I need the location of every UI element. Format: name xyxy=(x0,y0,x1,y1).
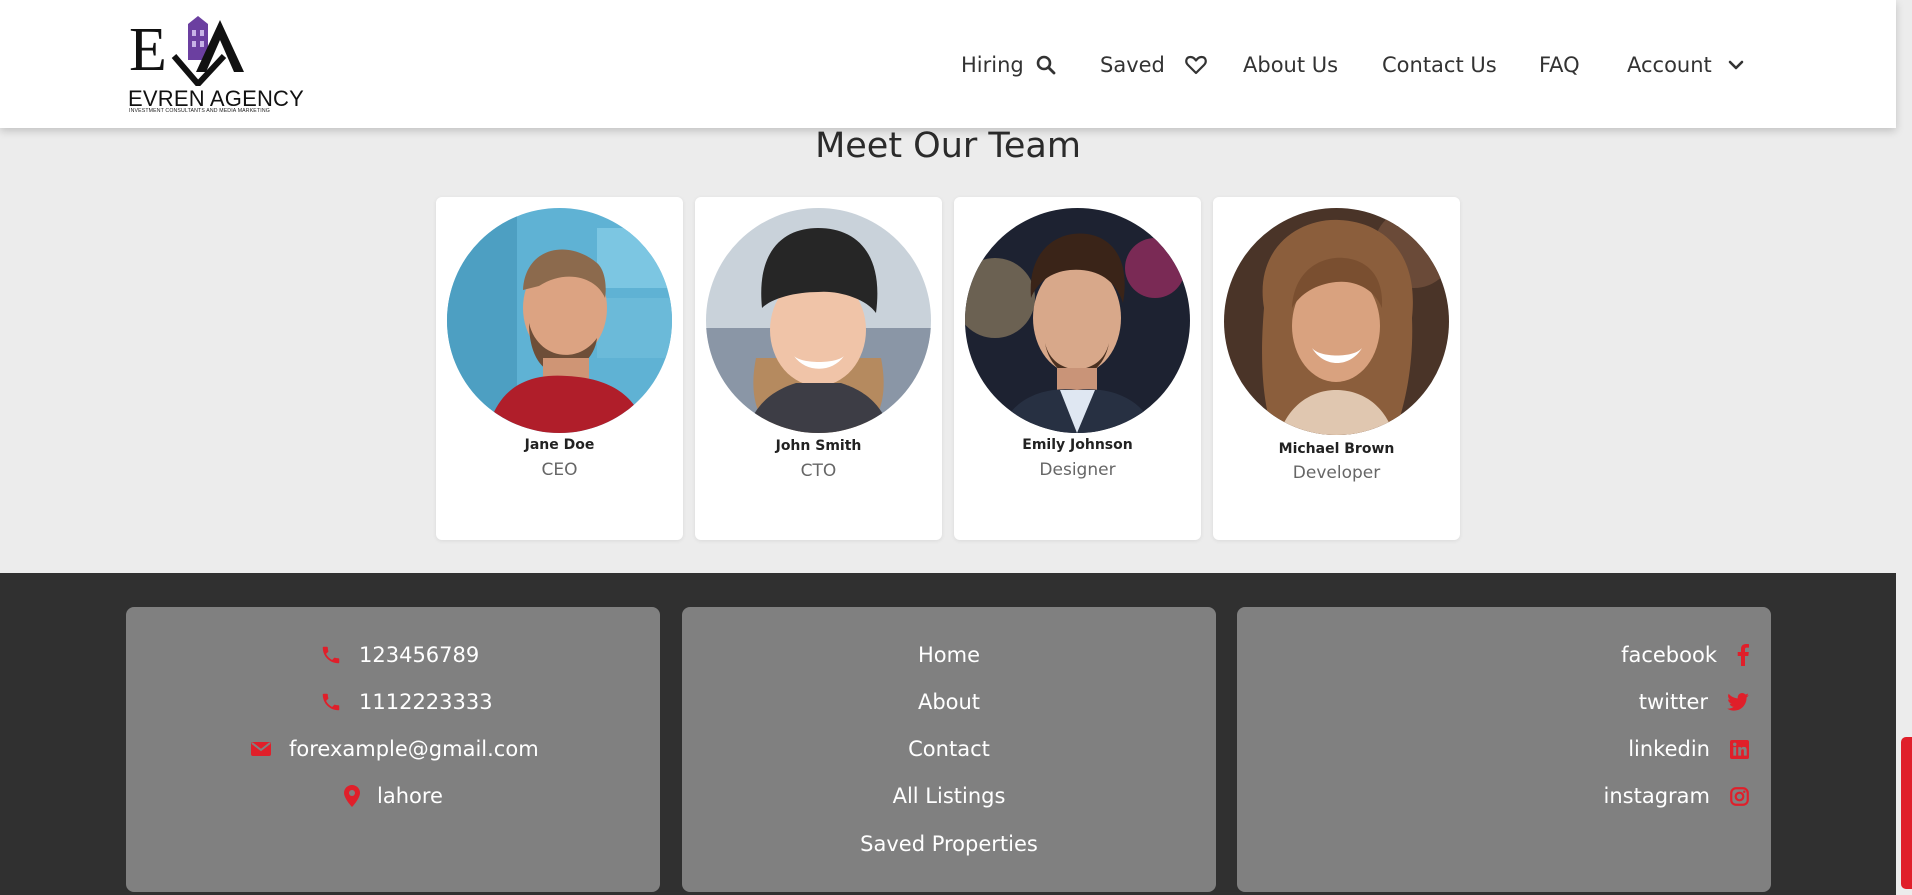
footer-link-all-listings[interactable]: All Listings xyxy=(682,781,1216,811)
email-text: forexample@gmail.com xyxy=(289,737,539,761)
nav-about[interactable]: About Us xyxy=(1243,50,1338,80)
twitter-icon xyxy=(1727,693,1749,711)
nav-account-label: Account xyxy=(1627,53,1712,77)
team-card: Emily Johnson Designer xyxy=(954,197,1201,540)
social-linkedin[interactable]: linkedin xyxy=(1628,734,1749,764)
phone-icon xyxy=(320,644,342,666)
member-role: Developer xyxy=(1292,463,1381,483)
photo-john-smith xyxy=(706,208,931,433)
member-name: Emily Johnson xyxy=(1022,437,1133,453)
member-role: CEO xyxy=(541,460,578,480)
photo-emily-johnson xyxy=(965,208,1190,433)
section-title: Meet Our Team xyxy=(815,126,1081,166)
nav-hiring-label: Hiring xyxy=(961,53,1024,77)
social-instagram[interactable]: instagram xyxy=(1604,781,1749,811)
logo-letter-e: E xyxy=(129,16,167,84)
footer-link-contact[interactable]: Contact xyxy=(682,734,1216,764)
social-facebook[interactable]: facebook xyxy=(1621,640,1749,670)
avatar xyxy=(706,208,931,433)
instagram-label: instagram xyxy=(1603,784,1710,808)
site-header: E EVREN AGENCY INVESTMENT CONSULTANTS AN… xyxy=(0,0,1896,128)
footer-email[interactable]: forexample@gmail.com xyxy=(250,734,539,764)
phone-1-text: 123456789 xyxy=(359,643,480,667)
avatar xyxy=(965,208,1190,433)
footer-phone-2[interactable]: 1112223333 xyxy=(320,687,493,717)
footer-phone-1[interactable]: 123456789 xyxy=(320,640,479,670)
photo-jane-doe xyxy=(447,208,672,433)
chevron-down-icon xyxy=(1728,59,1744,71)
footer-link-saved-properties[interactable]: Saved Properties xyxy=(682,829,1216,859)
team-card: Jane Doe CEO xyxy=(436,197,683,540)
nav-contact[interactable]: Contact Us xyxy=(1382,50,1497,80)
linkedin-label: linkedin xyxy=(1628,737,1710,761)
location-text: lahore xyxy=(377,784,443,808)
team-card: John Smith CTO xyxy=(695,197,942,540)
logo[interactable]: E EVREN AGENCY INVESTMENT CONSULTANTS AN… xyxy=(128,14,304,114)
logo-tagline: INVESTMENT CONSULTANTS AND MEDIA MARKETI… xyxy=(129,108,270,114)
search-icon xyxy=(1036,55,1056,75)
phone-2-text: 1112223333 xyxy=(359,690,493,714)
team-card: Michael Brown Developer xyxy=(1213,197,1460,540)
nav-saved-label: Saved xyxy=(1100,53,1165,77)
footer-link-home[interactable]: Home xyxy=(682,640,1216,670)
facebook-label: facebook xyxy=(1621,643,1717,667)
member-role: Designer xyxy=(1039,460,1116,480)
footer-link-about[interactable]: About xyxy=(682,687,1216,717)
facebook-icon xyxy=(1737,644,1749,666)
nav-faq[interactable]: FAQ xyxy=(1539,50,1580,80)
avatar xyxy=(1224,208,1449,435)
social-twitter[interactable]: twitter xyxy=(1639,687,1749,717)
twitter-label: twitter xyxy=(1638,690,1708,714)
instagram-icon xyxy=(1730,786,1749,806)
avatar xyxy=(447,208,672,433)
photo-michael-brown xyxy=(1224,208,1449,435)
member-name: Jane Doe xyxy=(524,437,595,453)
envelope-icon xyxy=(250,740,272,758)
nav-hiring[interactable]: Hiring xyxy=(961,50,1056,80)
nav-saved[interactable]: Saved xyxy=(1100,50,1207,80)
phone-icon xyxy=(320,691,342,713)
footer-location[interactable]: lahore xyxy=(344,781,443,811)
logo-mark-icon: E xyxy=(129,16,244,89)
scrollbar-thumb[interactable] xyxy=(1901,737,1912,889)
member-role: CTO xyxy=(800,461,837,481)
map-pin-icon xyxy=(344,785,360,807)
linkedin-icon xyxy=(1730,739,1749,759)
member-name: Michael Brown xyxy=(1278,441,1395,457)
member-name: John Smith xyxy=(775,438,862,454)
heart-icon xyxy=(1185,55,1207,75)
nav-account[interactable]: Account xyxy=(1627,50,1744,80)
